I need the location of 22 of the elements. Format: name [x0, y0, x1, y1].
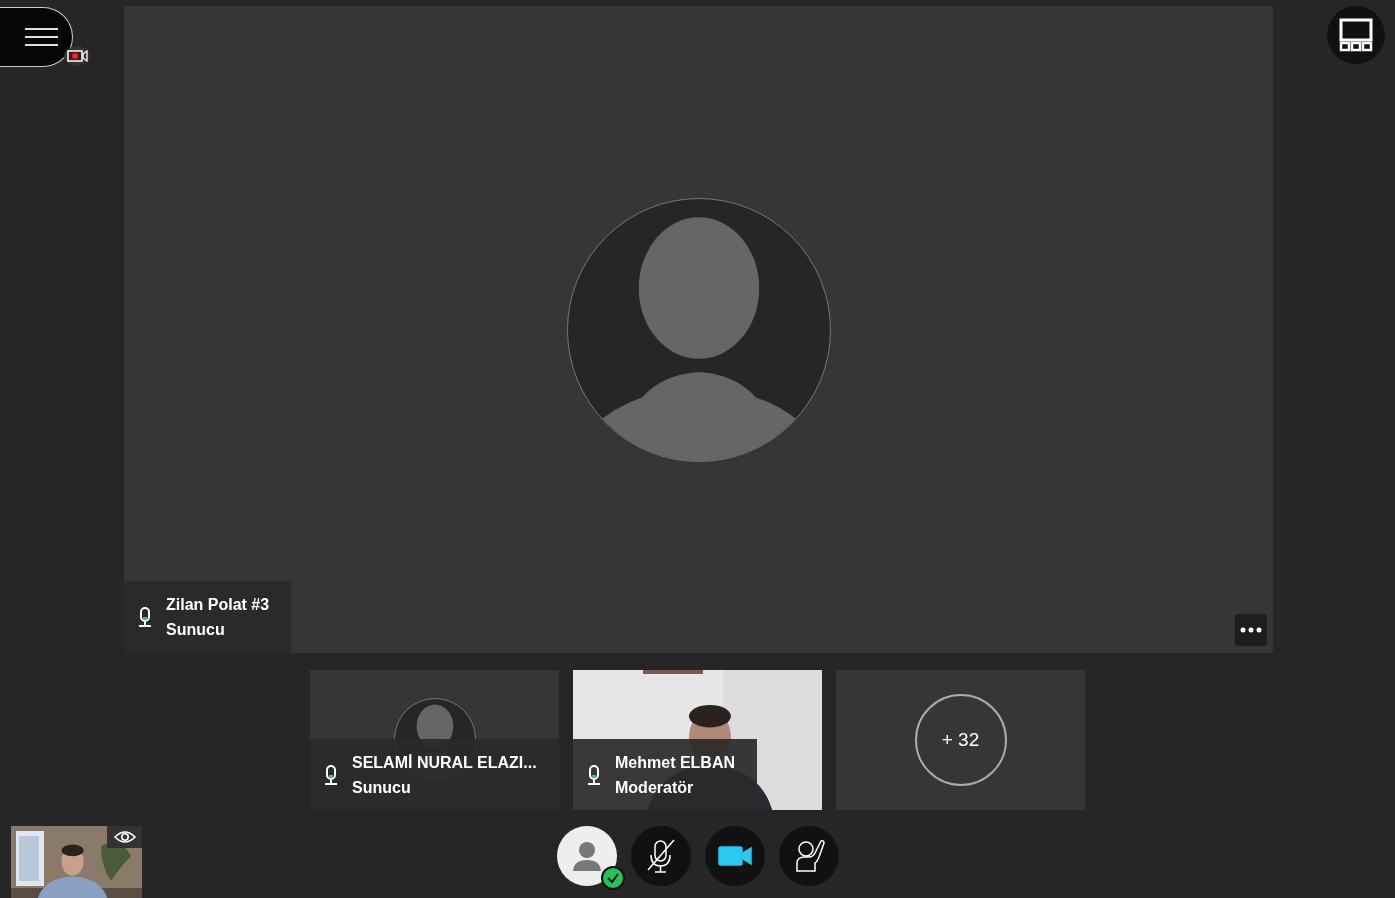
microphone-off-icon	[645, 839, 676, 873]
hide-view-button[interactable]	[107, 826, 142, 848]
participant-role: Sunucu	[352, 777, 412, 798]
participant-count: + 32	[914, 694, 1007, 786]
microphone-icon	[324, 764, 338, 785]
menu-button[interactable]	[0, 7, 73, 67]
more-button[interactable]	[1235, 614, 1267, 646]
camera-icon	[717, 844, 752, 868]
recording-icon	[66, 50, 88, 62]
participant-role: Moderatör	[615, 777, 695, 798]
participant-name: SELAMİ NURAL ELAZI...	[352, 752, 537, 773]
participant-name: Zilan Polat #3	[166, 595, 270, 615]
eye-icon	[113, 830, 136, 844]
more-icon	[1240, 627, 1262, 633]
microphone-icon	[138, 607, 152, 627]
menu-icon	[24, 28, 58, 46]
person-icon	[571, 841, 602, 871]
participant-name: Mehmet ELBAN	[615, 752, 735, 773]
layout-icon	[1339, 18, 1373, 52]
check-icon	[600, 866, 625, 890]
participant-role: Sunucu	[166, 620, 226, 640]
microphone-icon	[587, 764, 601, 785]
